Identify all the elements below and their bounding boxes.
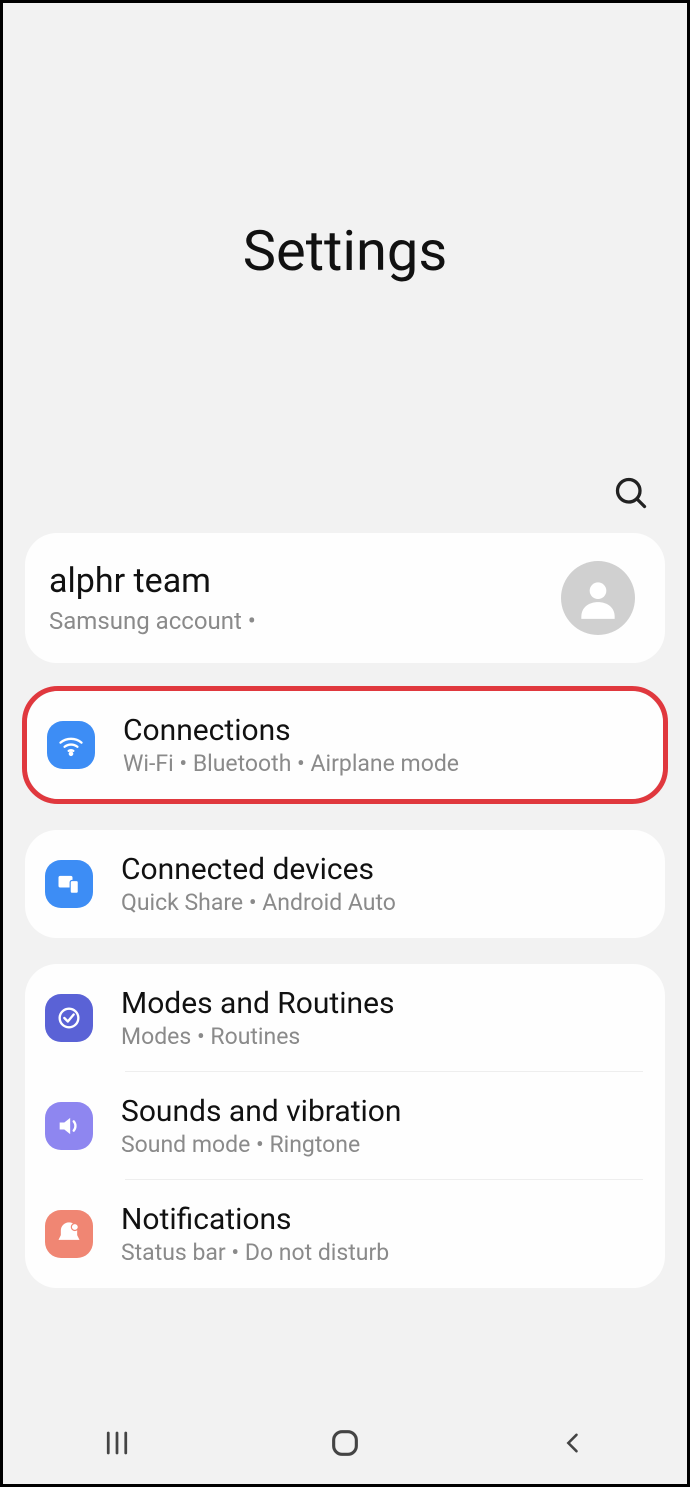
home-button[interactable] [305,1418,385,1468]
row-icon-container [45,1210,93,1258]
wifi-icon [57,731,85,759]
row-sub: Modes • Routines [121,1023,643,1050]
recents-icon [102,1428,132,1458]
row-title: Modes and Routines [121,986,643,1021]
back-icon [559,1429,587,1457]
search-icon [613,475,649,511]
settings-row-modes-and-routines[interactable]: Modes and Routines Modes • Routines [25,964,665,1072]
account-row[interactable]: alphr team Samsung account • [25,533,665,663]
row-icon-container [45,1102,93,1150]
account-sub: Samsung account • [49,607,561,635]
row-title: Sounds and vibration [121,1094,643,1129]
search-button[interactable] [609,471,653,515]
navigation-bar [3,1402,687,1484]
account-name: alphr team [49,561,561,601]
settings-row-connections[interactable]: Connections Wi-Fi • Bluetooth • Airplane… [27,691,663,799]
row-sub: Quick Share • Android Auto [121,889,643,916]
row-sub: Sound mode • Ringtone [121,1131,643,1158]
settings-row-sounds-and-vibration[interactable]: Sounds and vibration Sound mode • Ringto… [25,1072,665,1180]
row-icon-container [45,994,93,1042]
highlighted-group: Connections Wi-Fi • Bluetooth • Airplane… [22,686,668,804]
home-icon [328,1426,362,1460]
notifications-icon [55,1220,83,1248]
person-icon [573,573,623,623]
devices-icon [55,870,83,898]
avatar [561,561,635,635]
row-title: Connected devices [121,852,643,887]
row-sub: Status bar • Do not disturb [121,1239,643,1266]
row-title: Notifications [121,1202,643,1237]
settings-row-connected-devices[interactable]: Connected devices Quick Share • Android … [25,830,665,938]
recents-button[interactable] [77,1418,157,1468]
row-icon-container [47,721,95,769]
back-button[interactable] [533,1418,613,1468]
row-title: Connections [123,713,641,748]
routines-icon [55,1004,83,1032]
row-sub: Wi-Fi • Bluetooth • Airplane mode [123,750,641,777]
settings-row-notifications[interactable]: Notifications Status bar • Do not distur… [25,1180,665,1288]
page-title: Settings [243,218,447,284]
row-icon-container [45,860,93,908]
sound-icon [55,1112,83,1140]
